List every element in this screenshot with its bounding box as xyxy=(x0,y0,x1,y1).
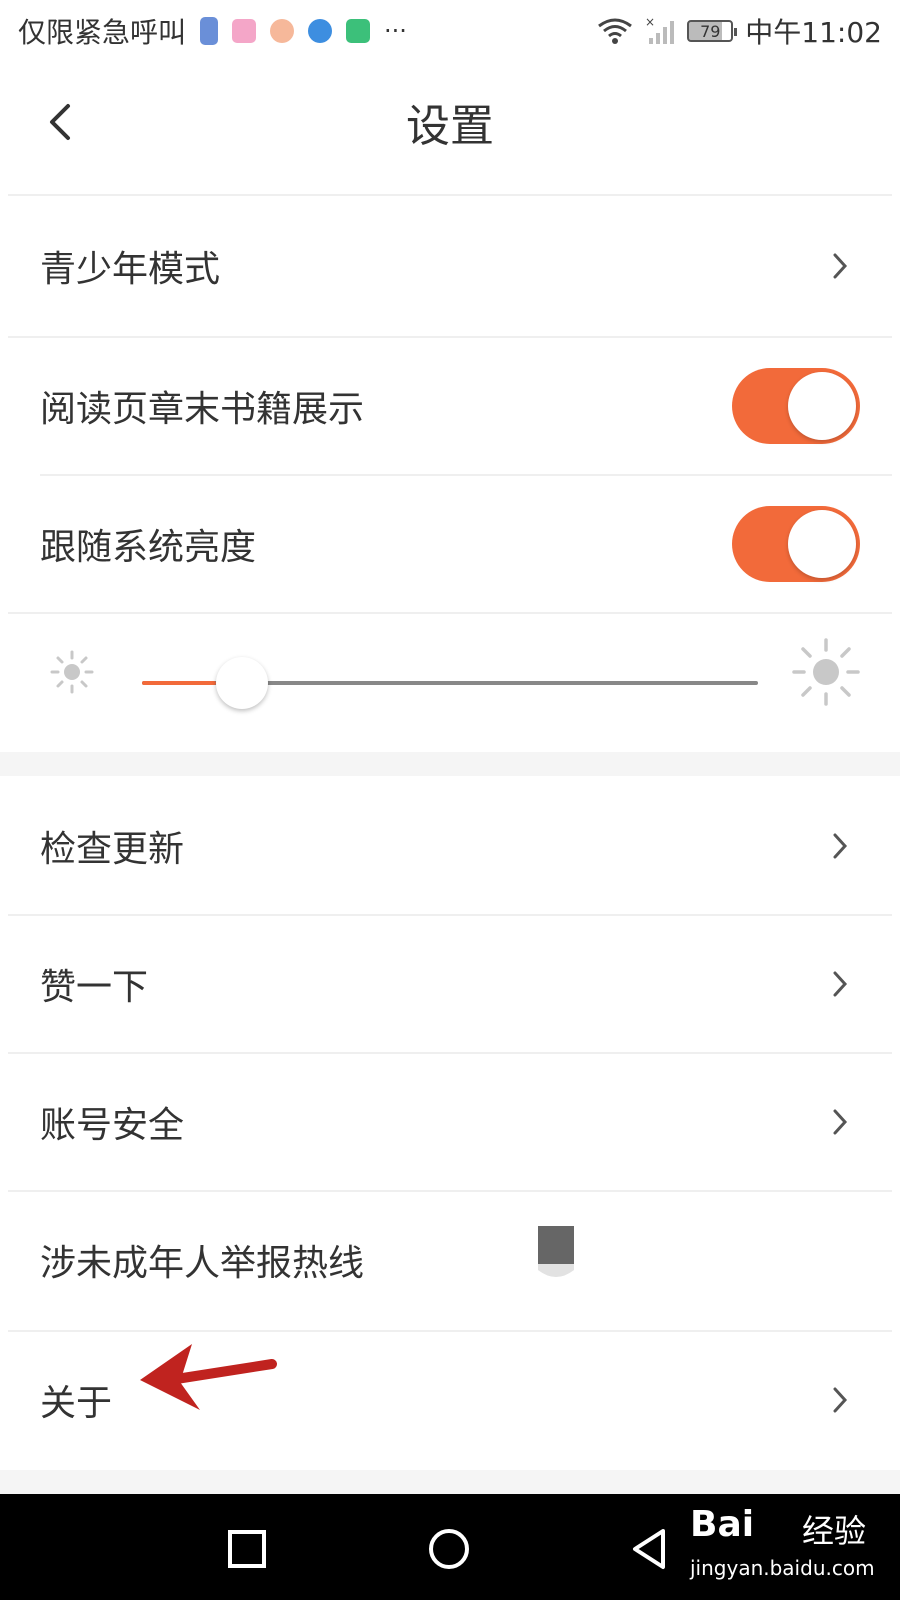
triangle-back-icon xyxy=(633,1529,665,1569)
follow-system-brightness-row: 跟随系统亮度 xyxy=(0,476,900,612)
check-update-label: 检查更新 xyxy=(40,829,185,870)
circle-icon xyxy=(429,1529,469,1569)
battery-icon: 79 xyxy=(687,20,738,42)
header: 设置 xyxy=(0,62,900,196)
about-row[interactable]: 关于 xyxy=(0,1332,900,1468)
watermark-brand: Bai xyxy=(690,1504,755,1545)
chevron-right-icon xyxy=(820,246,860,286)
more-notifications-icon: ··· xyxy=(384,17,407,45)
header-divider xyxy=(8,194,892,196)
account-security-row[interactable]: 账号安全 xyxy=(0,1054,900,1190)
chevron-right-icon xyxy=(820,1102,860,1142)
minor-report-row[interactable]: 涉未成年人举报热线 xyxy=(0,1192,900,1328)
home-button[interactable] xyxy=(424,1524,474,1574)
brightness-low-icon xyxy=(50,650,94,694)
about-label: 关于 xyxy=(40,1383,113,1424)
signal-icon: × xyxy=(645,16,675,44)
navigation-bar: Bai 经验 jingyan.baidu.com xyxy=(0,1494,900,1600)
toggle-knob xyxy=(788,510,856,578)
chapter-end-books-toggle[interactable] xyxy=(732,368,860,444)
page-title: 设置 xyxy=(406,101,494,152)
brightness-slider-row xyxy=(0,614,900,750)
square-icon xyxy=(228,1530,266,1568)
recent-apps-button[interactable] xyxy=(222,1524,272,1574)
battery-saver-icon xyxy=(200,17,219,45)
watermark-url: jingyan.baidu.com xyxy=(690,1556,875,1580)
annotation-arrow-icon xyxy=(140,1344,277,1410)
watermark-brand-cn: 经验 xyxy=(802,1512,867,1550)
toggle-knob xyxy=(788,372,856,440)
follow-system-brightness-label: 跟随系统亮度 xyxy=(40,527,257,568)
chevron-right-icon xyxy=(820,964,860,1004)
avatar-notification-icon xyxy=(270,19,295,43)
teen-mode-row[interactable]: 青少年模式 xyxy=(0,198,900,334)
back-nav-button[interactable] xyxy=(624,1524,674,1574)
eraser-icon xyxy=(538,1226,574,1277)
follow-system-brightness-toggle[interactable] xyxy=(732,506,860,582)
like-row[interactable]: 赞一下 xyxy=(0,916,900,1052)
clock: 中午11:02 xyxy=(745,16,882,49)
browser-notification-icon xyxy=(308,19,333,43)
section-gap xyxy=(0,752,900,776)
teen-mode-label: 青少年模式 xyxy=(40,249,221,290)
check-update-row[interactable]: 检查更新 xyxy=(0,778,900,914)
chevron-right-icon xyxy=(820,1380,860,1420)
baidu-watermark: Bai 经验 jingyan.baidu.com xyxy=(690,1504,890,1594)
brightness-slider-fill xyxy=(142,681,216,685)
chapter-end-books-row: 阅读页章末书籍展示 xyxy=(0,338,900,474)
account-security-label: 账号安全 xyxy=(40,1105,185,1146)
section-gap xyxy=(0,1470,900,1494)
brightness-slider-thumb[interactable] xyxy=(216,657,268,709)
chart-app-notification-icon xyxy=(346,19,371,43)
brightness-slider[interactable] xyxy=(142,657,758,709)
wifi-icon xyxy=(598,18,633,44)
chapter-end-books-label: 阅读页章末书籍展示 xyxy=(40,389,365,430)
chevron-right-icon xyxy=(820,826,860,866)
svg-text:×: × xyxy=(645,16,655,29)
app-notification-icon xyxy=(232,19,257,43)
brightness-high-icon xyxy=(792,638,860,706)
status-bar: 仅限紧急呼叫 ··· × 79 中午11:02 xyxy=(0,0,900,62)
battery-level: 79 xyxy=(700,21,721,41)
minor-report-label: 涉未成年人举报热线 xyxy=(40,1243,365,1284)
carrier-text: 仅限紧急呼叫 xyxy=(18,16,187,49)
like-label: 赞一下 xyxy=(40,967,149,1008)
